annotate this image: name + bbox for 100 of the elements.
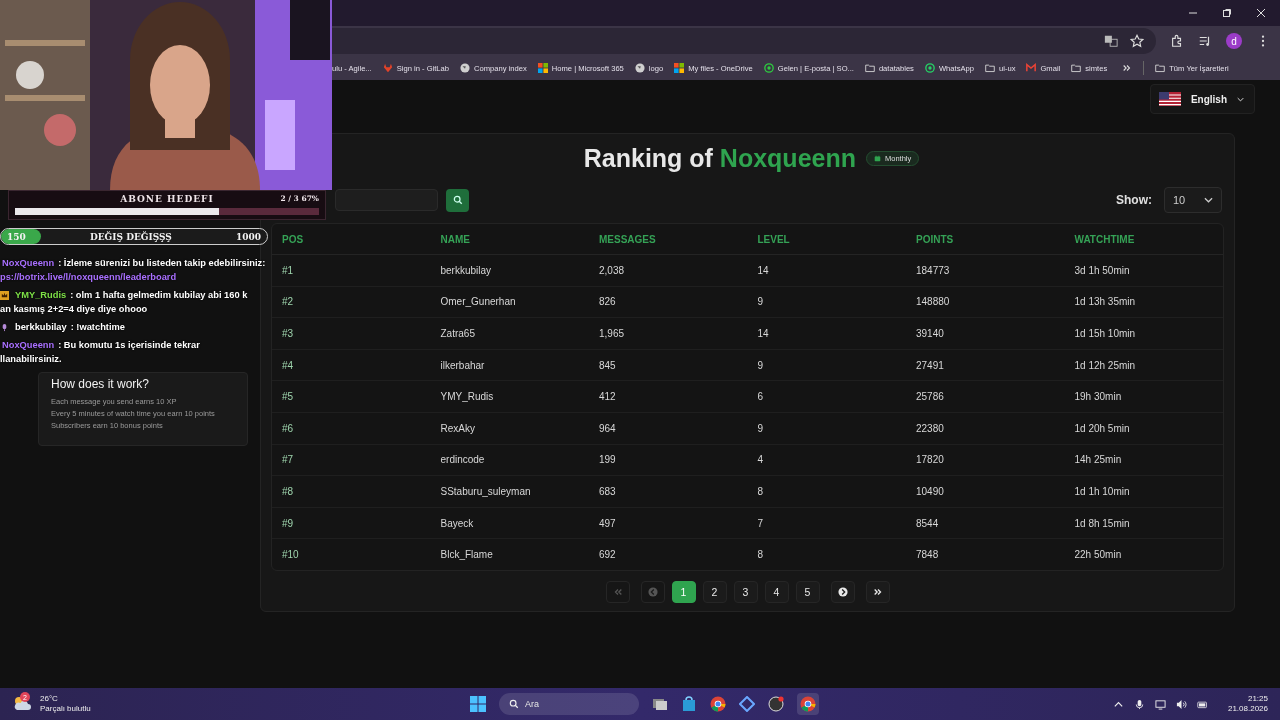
chat-username: NoxQueenn (1, 257, 55, 270)
close-icon[interactable] (1256, 8, 1266, 18)
translate-icon[interactable] (1104, 34, 1118, 48)
table-cell-text: Zatra65 (439, 328, 476, 340)
table-cell-text: #5 (281, 391, 295, 403)
table-cell-text: erdincode (439, 454, 486, 466)
column-header: WATCHTIME (1073, 233, 1136, 245)
table-cell-text: 1d 8h 15min (1073, 517, 1131, 529)
table-cell-text: SStaburu_suleyman (439, 486, 532, 497)
info-title: How does it work? (51, 377, 151, 391)
table-cell-text: 39140 (915, 328, 945, 340)
language-selector[interactable]: English (1149, 84, 1255, 114)
chat-message: : !watchtime (70, 321, 125, 334)
chat-username: YMY_Rudis (14, 289, 67, 302)
ranking-title: Ranking of Noxqueenn (583, 144, 856, 174)
table-cell-text: #1 (281, 264, 295, 276)
chevron-double-icon[interactable] (1122, 63, 1133, 73)
calendar-icon (874, 155, 881, 163)
chat-link[interactable]: ps://botrix.live/l/noxqueenn/leaderboard (0, 270, 272, 284)
star-icon[interactable] (1130, 34, 1144, 48)
column-header: POS (281, 233, 305, 245)
table-cell-text: 1,965 (598, 328, 626, 340)
show-label: Show: (1116, 193, 1152, 208)
next-page-button[interactable] (830, 581, 855, 603)
table-cell-text: 10490 (915, 486, 945, 497)
table-cell-text: 148880 (915, 296, 951, 308)
page-button[interactable]: 5 (795, 581, 820, 603)
search-icon (509, 699, 519, 709)
table-cell-text: Omer_Gunerhan (439, 296, 517, 308)
media-icon[interactable] (1198, 34, 1212, 48)
table-cell-text: 845 (598, 359, 617, 371)
restore-icon[interactable] (1222, 8, 1232, 18)
table-cell-text: 1d 20h 5min (1073, 422, 1131, 434)
diamond-icon[interactable] (739, 696, 755, 712)
search-icon (452, 195, 463, 206)
column-header: POINTS (915, 233, 955, 245)
double-chevron-left-icon (612, 587, 623, 597)
windows-grid-icon (674, 63, 685, 73)
puzzle-icon[interactable] (1170, 34, 1184, 48)
table-cell-text: 9 (756, 359, 765, 371)
page-button[interactable]: 3 (733, 581, 758, 603)
table-cell-text: 3d 1h 50min (1073, 264, 1131, 276)
table-cell-text: 184773 (915, 264, 951, 276)
table-cell-text: 683 (598, 486, 617, 497)
microphone-icon[interactable] (1133, 698, 1145, 710)
circle-icon (924, 63, 935, 73)
bar-label: DEĞIŞ DEĞIŞŞŞ (89, 231, 172, 242)
table-cell-text: 964 (598, 422, 617, 434)
last-page-button[interactable] (865, 581, 890, 603)
table-cell-text: 692 (598, 549, 617, 561)
table-cell-text: 19h 30min (1073, 391, 1123, 403)
browser-icon[interactable] (710, 696, 726, 712)
table-cell-text: #9 (281, 517, 295, 529)
table-cell-text: #8 (281, 486, 295, 497)
table-cell-text: 7848 (915, 549, 940, 561)
table-cell-text: 199 (598, 454, 617, 466)
search-button[interactable] (446, 188, 469, 212)
table-cell-text: 4 (756, 454, 765, 466)
table-cell-text: 14 (756, 264, 770, 276)
page-button[interactable]: 4 (764, 581, 789, 603)
chat-username: berkkubilay (14, 321, 67, 334)
column-header: NAME (439, 233, 471, 245)
page-button[interactable]: 2 (702, 581, 727, 603)
double-chevron-right-icon (872, 587, 883, 597)
chat-message: : İzleme sürenizi bu listeden takip edebilirsiniz: (58, 257, 266, 270)
clock-date[interactable]: 21.08.2026 (1227, 704, 1268, 714)
table-cell-text: ilkerbahar (439, 359, 486, 371)
chat-message: : Bu komutu 1s içerisinde tekrar (58, 339, 200, 352)
table-cell-text: 1d 15h 10min (1073, 328, 1137, 340)
table-cell-text: #3 (281, 328, 295, 340)
column-header: LEVEL (756, 233, 791, 245)
speaker-icon[interactable] (1175, 698, 1187, 710)
weather-description: Parçalı bulutlu (40, 704, 91, 714)
record-icon[interactable] (768, 696, 784, 712)
chat-message: llanabilirsiniz. (0, 353, 63, 366)
battery-icon[interactable] (1196, 698, 1208, 710)
chat-username: NoxQueenn (1, 339, 55, 352)
crown-icon (0, 290, 9, 300)
table-cell-text: 8 (756, 486, 765, 497)
left-arrow-circle-icon (647, 587, 658, 597)
table-cell-text: YMY_Rudis (439, 391, 495, 403)
fox-icon (382, 63, 393, 73)
circle-icon (763, 63, 774, 73)
chat-message: an kasmış 2+2=4 diye diye ohooo (0, 303, 149, 316)
table-cell-text: 14h 25min (1073, 454, 1123, 466)
profile-avatar[interactable]: d (1226, 33, 1242, 49)
globe-icon (460, 63, 471, 73)
browser-icon[interactable] (797, 693, 819, 715)
chat-message: : olm 1 hafta gelmedim kubilay abi 160 k (70, 289, 248, 302)
globe-icon (634, 63, 645, 73)
table-cell-text: 7 (756, 517, 765, 529)
table-cell-text: 6 (756, 391, 765, 403)
clock-time[interactable]: 21:25 (1247, 694, 1268, 704)
table-cell-text: #7 (281, 454, 295, 466)
table-cell-text: #10 (281, 549, 300, 561)
store-icon[interactable] (681, 696, 697, 712)
page-size-select[interactable]: 10 (1164, 187, 1222, 214)
window-icon[interactable] (652, 696, 668, 712)
folder-icon (1155, 63, 1166, 73)
bar-end-value: 1000 (235, 231, 261, 242)
